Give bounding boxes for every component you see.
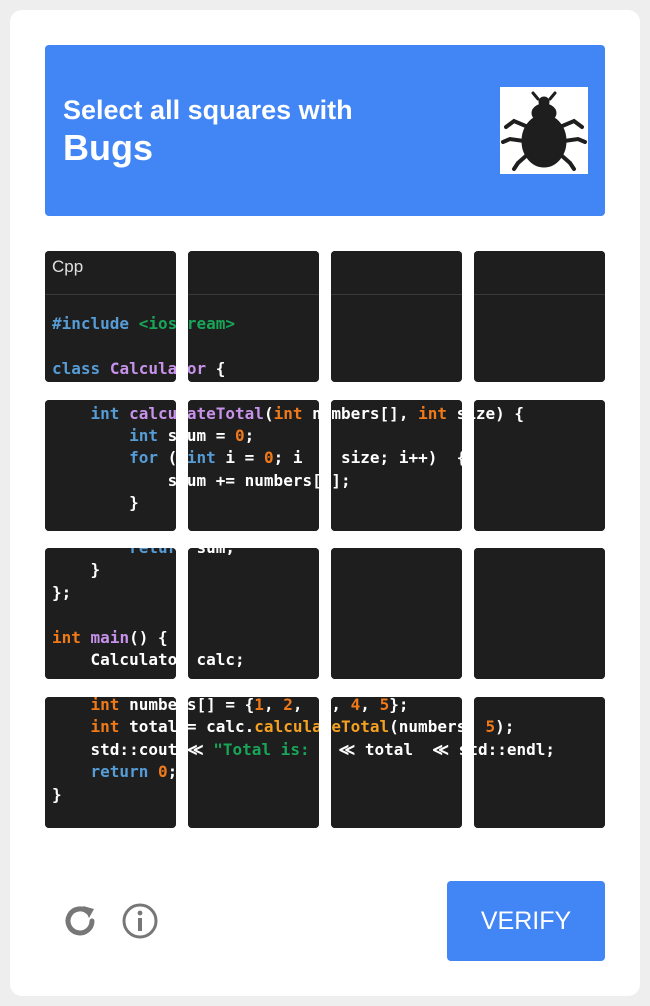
grid-tile[interactable]: Cpp #include <iostream> class Calculator… bbox=[45, 548, 176, 679]
tile-image: Cpp #include <iostream> class Calculator… bbox=[331, 548, 462, 679]
code-snippet: #include <iostream> class Calculator { p… bbox=[196, 548, 245, 670]
tile-image: Cpp #include <iostream> class Calculator… bbox=[45, 548, 176, 679]
info-icon[interactable] bbox=[119, 900, 161, 942]
grid-tile[interactable]: Cpp #include <iostream> class Calculator… bbox=[45, 696, 176, 828]
tile-image: Cpp #include <iostream> class Calculator… bbox=[45, 399, 176, 531]
code-snippet: #include <iostream> class Calculator { p… bbox=[474, 717, 555, 759]
code-language-label: Cpp bbox=[52, 257, 84, 276]
tile-image: Cpp #include <iostream> class Calculator… bbox=[474, 251, 605, 382]
grid-tile[interactable]: Cpp #include <iostream> class Calculator… bbox=[331, 696, 462, 828]
grid-tile[interactable]: Cpp #include <iostream> class Calculator… bbox=[331, 251, 462, 382]
code-snippet: #include <iostream> class Calculator { p… bbox=[474, 548, 555, 679]
grid-tile[interactable]: Cpp #include <iostream> class Calculator… bbox=[331, 399, 462, 531]
code-snippet: #include <iostream> class Calculator { p… bbox=[52, 314, 176, 382]
image-grid: Cpp #include <iostream> class Calculator… bbox=[45, 251, 605, 828]
code-snippet: #include <iostream> class Calculator { p… bbox=[52, 400, 176, 513]
code-snippet: #include <iostream> class Calculator { p… bbox=[331, 313, 462, 382]
tile-image: Cpp #include <iostream> class Calculator… bbox=[331, 696, 462, 828]
code-snippet: #include <iostream> class Calculator { p… bbox=[188, 696, 319, 759]
code-header-divider bbox=[188, 294, 319, 295]
tile-image: Cpp #include <iostream> class Calculator… bbox=[331, 251, 462, 382]
tile-image: Cpp #include <iostream> class Calculator… bbox=[331, 399, 462, 531]
bug-icon bbox=[501, 91, 587, 171]
tile-image: Cpp #include <iostream> class Calculator… bbox=[188, 399, 319, 531]
captcha-header: Select all squares with Bugs bbox=[45, 45, 605, 216]
tile-image: Cpp #include <iostream> class Calculator… bbox=[188, 548, 319, 679]
code-snippet: #include <iostream> class Calculator { p… bbox=[331, 548, 462, 679]
code-snippet: #include <iostream> class Calculator { p… bbox=[52, 696, 176, 804]
grid-tile[interactable]: Cpp #include <iostream> class Calculator… bbox=[188, 251, 319, 382]
code-snippet: #include <iostream> class Calculator { p… bbox=[52, 548, 176, 670]
tile-image: Cpp #include <iostream> class Calculator… bbox=[474, 399, 605, 531]
grid-tile[interactable]: Cpp #include <iostream> class Calculator… bbox=[188, 548, 319, 679]
code-snippet: #include <iostream> class Calculator { p… bbox=[331, 696, 462, 759]
code-snippet: #include <iostream> class Calculator { p… bbox=[474, 403, 525, 423]
verify-button[interactable]: VERIFY bbox=[447, 881, 605, 961]
grid-tile[interactable]: Cpp #include <iostream> class Calculator… bbox=[45, 399, 176, 531]
grid-tile[interactable]: Cpp #include <iostream> class Calculator… bbox=[45, 251, 176, 382]
code-snippet: #include <iostream> class Calculator { p… bbox=[474, 313, 555, 382]
code-snippet: #include <iostream> class Calculator { p… bbox=[331, 403, 462, 490]
tile-image: Cpp #include <iostream> class Calculator… bbox=[188, 251, 319, 382]
code-header-divider bbox=[331, 294, 462, 295]
code-snippet: #include <iostream> class Calculator { p… bbox=[188, 314, 236, 378]
tile-image: Cpp #include <iostream> class Calculator… bbox=[474, 696, 605, 828]
reload-icon[interactable] bbox=[59, 900, 101, 942]
target-label: Bugs bbox=[63, 127, 153, 168]
code-header-divider bbox=[474, 294, 605, 295]
tile-image: Cpp #include <iostream> class Calculator… bbox=[188, 696, 319, 828]
tile-image: Cpp #include <iostream> class Calculator… bbox=[45, 251, 176, 382]
grid-tile[interactable]: Cpp #include <iostream> class Calculator… bbox=[188, 696, 319, 828]
grid-tile[interactable]: Cpp #include <iostream> class Calculator… bbox=[474, 696, 605, 828]
tile-image: Cpp #include <iostream> class Calculator… bbox=[45, 696, 176, 828]
grid-tile[interactable]: Cpp #include <iostream> class Calculator… bbox=[474, 548, 605, 679]
code-snippet: #include <iostream> class Calculator { p… bbox=[188, 403, 319, 490]
code-header-divider bbox=[45, 294, 176, 295]
instruction-text: Select all squares with bbox=[63, 95, 353, 125]
grid-tile[interactable]: Cpp #include <iostream> class Calculator… bbox=[474, 399, 605, 531]
target-thumbnail bbox=[500, 87, 588, 174]
grid-tile[interactable]: Cpp #include <iostream> class Calculator… bbox=[474, 251, 605, 382]
grid-tile[interactable]: Cpp #include <iostream> class Calculator… bbox=[188, 399, 319, 531]
grid-tile[interactable]: Cpp #include <iostream> class Calculator… bbox=[331, 548, 462, 679]
tile-image: Cpp #include <iostream> class Calculator… bbox=[474, 548, 605, 679]
